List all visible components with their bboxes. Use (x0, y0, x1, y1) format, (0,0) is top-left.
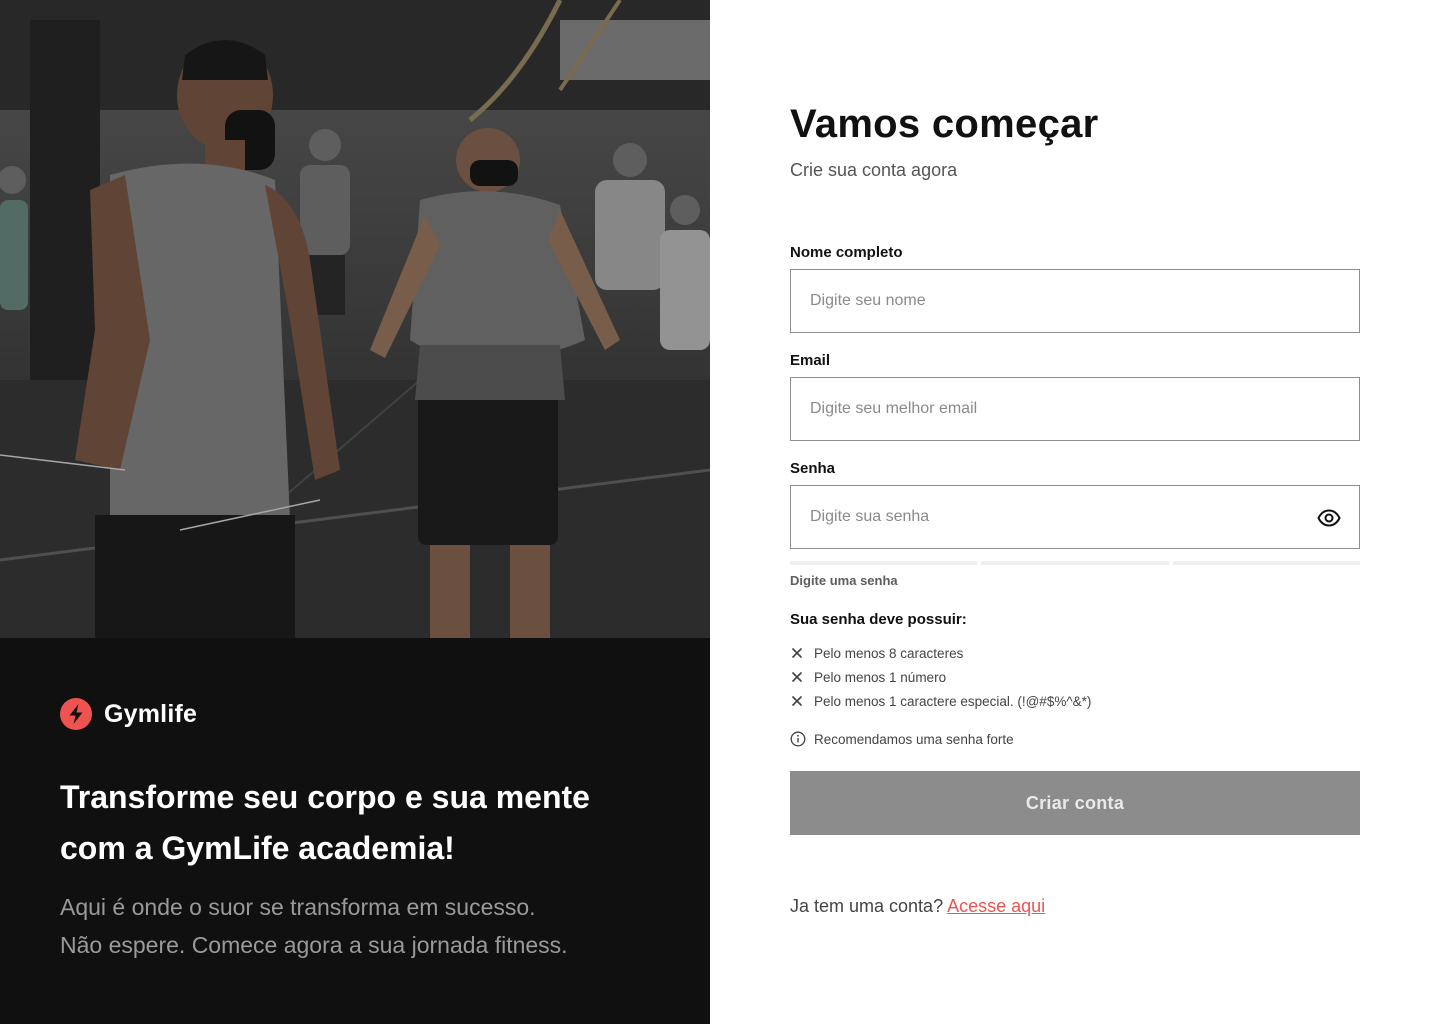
password-strength-text: Digite uma senha (790, 573, 898, 588)
email-input[interactable] (791, 378, 1359, 440)
requirement-text: Pelo menos 8 caracteres (814, 645, 964, 661)
password-input[interactable] (791, 486, 1359, 548)
signup-panel: Vamos começar Crie sua conta agora Nome … (710, 0, 1440, 1024)
close-icon (791, 671, 803, 683)
hero-headline: Transforme seu corpo e sua mente com a G… (60, 772, 660, 874)
email-field-wrapper (790, 377, 1360, 441)
email-label: Email (790, 352, 831, 369)
password-strength-meter (790, 561, 1360, 565)
password-label: Senha (790, 460, 836, 477)
password-recommendation: Recomendamos uma senha forte (790, 731, 1014, 747)
requirement-item: Pelo menos 1 caractere especial. (!@#$%^… (790, 689, 1091, 713)
recommendation-text: Recomendamos uma senha forte (814, 731, 1014, 747)
hero-headline-line2: com a GymLife academia! (60, 830, 455, 866)
requirements-list: Pelo menos 8 caracteres Pelo menos 1 núm… (790, 641, 1091, 713)
login-link[interactable]: Acesse aqui (947, 896, 1045, 916)
close-icon (791, 695, 803, 707)
lightning-bolt-icon (60, 698, 92, 730)
password-visibility-toggle[interactable] (1317, 506, 1341, 530)
page-subtitle: Crie sua conta agora (790, 160, 958, 180)
create-account-button[interactable]: Criar conta (790, 771, 1360, 835)
hero-photo (0, 0, 710, 638)
requirement-item: Pelo menos 1 número (790, 665, 1091, 689)
info-icon (790, 731, 806, 747)
login-prompt-text: Ja tem uma conta? (790, 896, 944, 916)
hero-subline-line2: Não espere. Comece agora a sua jornada f… (60, 932, 568, 958)
hero-subline-line1: Aqui é onde o suor se transforma em suce… (60, 894, 536, 920)
strength-segment (1172, 561, 1360, 565)
hero-headline-line1: Transforme seu corpo e sua mente (60, 779, 590, 815)
requirement-item: Pelo menos 8 caracteres (790, 641, 1091, 665)
brand-name: Gymlife (104, 699, 198, 728)
requirement-text: Pelo menos 1 caractere especial. (!@#$%^… (814, 693, 1092, 709)
eye-icon (1317, 509, 1341, 527)
brand: Gymlife (60, 698, 197, 730)
password-field-wrapper (790, 485, 1360, 549)
hero-subline: Aqui é onde o suor se transforma em suce… (60, 888, 680, 964)
page-title: Vamos começar (790, 102, 1099, 146)
hero-panel: Gymlife Transforme seu corpo e sua mente… (0, 0, 710, 1024)
name-field-wrapper (790, 269, 1360, 333)
strength-segment (790, 561, 978, 565)
gym-photo-illustration (0, 0, 710, 638)
close-icon (791, 647, 803, 659)
login-prompt: Ja tem uma conta? Acesse aqui (790, 896, 1045, 917)
requirements-title: Sua senha deve possuir: (790, 611, 967, 628)
name-label: Nome completo (790, 244, 903, 261)
name-input[interactable] (791, 270, 1359, 332)
requirement-text: Pelo menos 1 número (814, 669, 947, 685)
strength-segment (981, 561, 1169, 565)
